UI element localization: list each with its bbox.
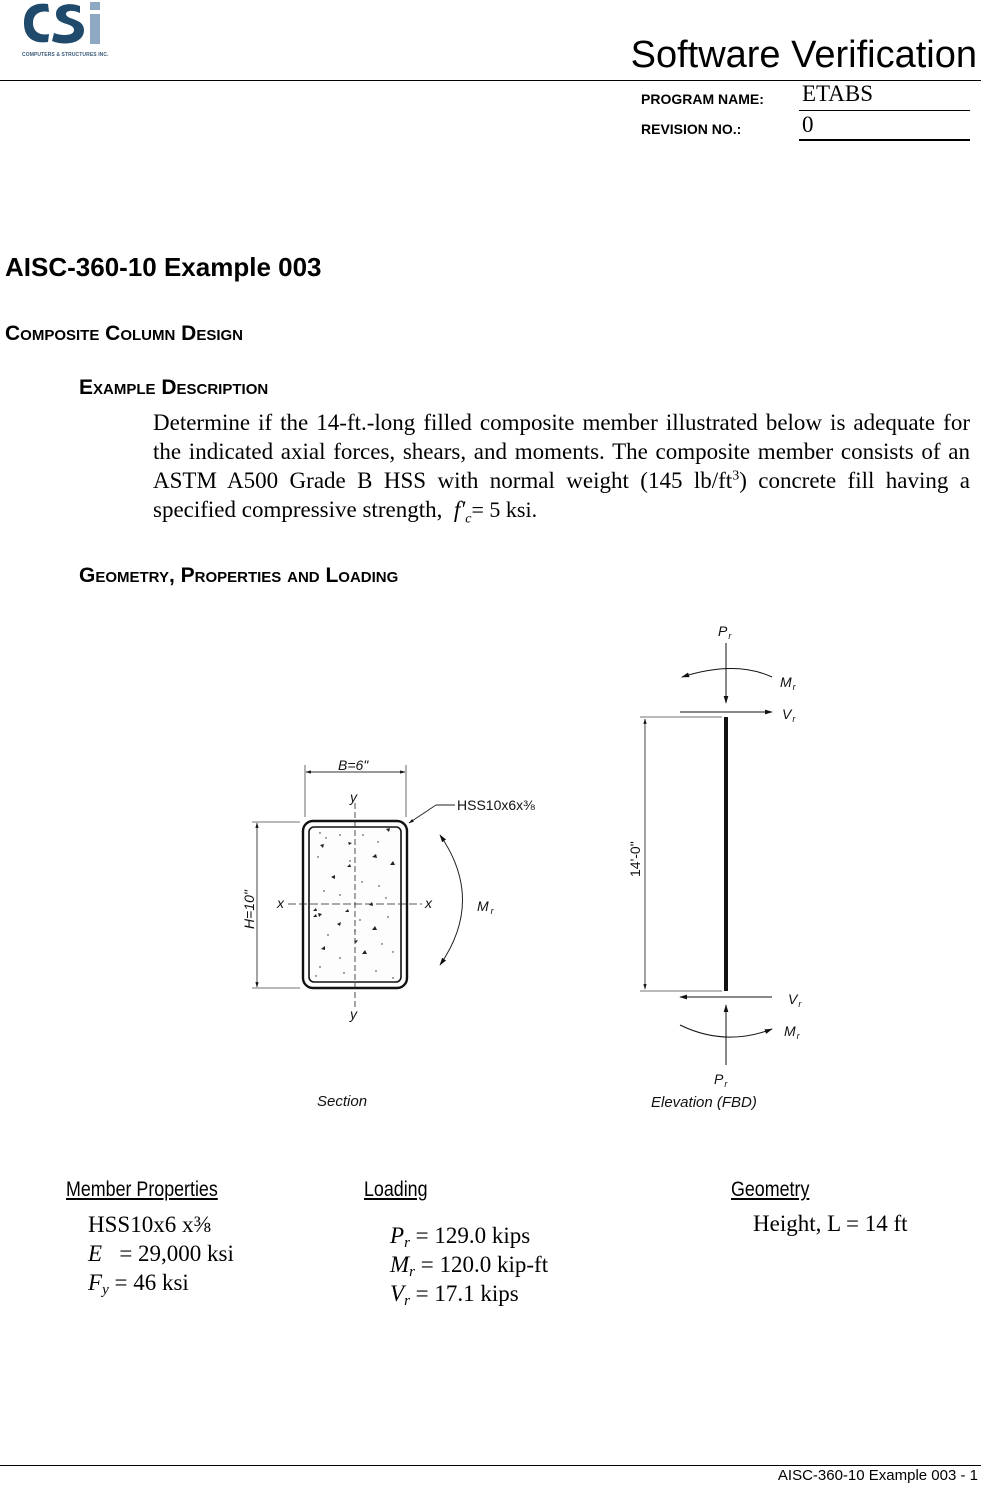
top-axial-sub: r xyxy=(728,631,732,641)
program-name-value: ETABS xyxy=(802,81,873,106)
load-symbol: P xyxy=(390,1223,405,1248)
section-moment-symbol: M xyxy=(477,898,489,914)
member-property-item: E = 29,000 ksi xyxy=(88,1239,234,1268)
footer-divider xyxy=(0,1465,981,1466)
load-value: = 17.1 kips xyxy=(409,1281,519,1306)
property-symbol: F xyxy=(88,1270,103,1295)
top-moment-symbol: M xyxy=(780,674,792,690)
loading-heading: Loading xyxy=(364,1178,428,1201)
bottom-shear-symbol: V xyxy=(788,991,799,1007)
section-caption: Section xyxy=(317,1093,367,1110)
example-description-heading: Example Description xyxy=(79,376,269,399)
bottom-axial-sub: r xyxy=(724,1079,728,1089)
load-symbol: M xyxy=(390,1252,410,1277)
fc-value: = 5 ksi. xyxy=(471,497,538,522)
property-value: = 46 ksi xyxy=(108,1270,189,1295)
property-sub: y xyxy=(102,1282,109,1298)
property-value: HSS10x6 x⅜ xyxy=(88,1212,211,1237)
bottom-shear-label: Vr xyxy=(788,991,802,1009)
loading-item: Pr = 129.0 kips xyxy=(390,1221,548,1251)
y-axis-label-top: y xyxy=(349,789,358,805)
length-label: 14'-0" xyxy=(627,841,643,877)
x-axis-label-right: x xyxy=(424,895,433,911)
column-figure: B=6" H=10" y y x x HSS10x6x⅜ M r Section… xyxy=(241,623,802,1111)
bottom-shear-sub: r xyxy=(798,999,802,1009)
page-footer-label: AISC-360-10 Example 003 - 1 xyxy=(777,1467,978,1484)
fc-symbol: f′c xyxy=(454,497,472,527)
elevation-caption: Elevation (FBD) xyxy=(651,1094,757,1111)
load-value: = 129.0 kips xyxy=(409,1223,531,1248)
section-moment-label: Mr xyxy=(477,898,495,916)
member-properties-list: HSS10x6 x⅜ E = 29,000 ksi Fy = 46 ksi xyxy=(88,1210,234,1298)
property-value: = 29,000 ksi xyxy=(102,1241,234,1266)
member-property-item: Fy = 46 ksi xyxy=(88,1268,234,1298)
example-title: AISC-360-10 Example 003 xyxy=(5,252,322,282)
top-shear-symbol: V xyxy=(782,706,793,722)
shape-label: HSS10x6x⅜ xyxy=(457,797,535,813)
revision-value: 0 xyxy=(802,112,814,137)
top-moment-label: Mr xyxy=(780,674,797,692)
width-label: B=6" xyxy=(338,757,369,773)
bottom-axial-symbol: P xyxy=(714,1071,724,1087)
shape-callout-arrow xyxy=(408,804,437,824)
section-view: B=6" H=10" y y x x HSS10x6x⅜ M r Section xyxy=(241,757,535,1110)
bottom-moment-sub: r xyxy=(797,1031,801,1041)
member-properties-heading: Member Properties xyxy=(66,1178,218,1201)
geometry-item: Height, L = 14 ft xyxy=(753,1211,908,1236)
load-value: = 120.0 kip-ft xyxy=(415,1252,549,1277)
loading-item: Vr = 17.1 kips xyxy=(390,1279,548,1309)
top-shear-label: Vr xyxy=(782,706,796,724)
top-axial-symbol: P xyxy=(718,623,728,639)
top-axial-label: Pr xyxy=(718,623,732,641)
x-axis-label-left: x xyxy=(276,895,285,911)
program-name-underline xyxy=(799,110,970,111)
bottom-moment-symbol: M xyxy=(784,1023,796,1039)
revision-label: REVISION NO.: xyxy=(641,121,742,137)
document-title: Software Verification xyxy=(630,34,977,76)
section-moment-sub: r xyxy=(491,906,495,916)
elevation-view: Pr Mr Vr 14'-0" Vr Mr Pr Elevation (FBD) xyxy=(627,623,802,1111)
top-moment-sub: r xyxy=(793,682,797,692)
geometry-column-heading: Geometry xyxy=(731,1178,810,1201)
top-moment-arrow xyxy=(681,668,773,678)
geometry-list: Height, L = 14 ft xyxy=(753,1209,908,1238)
loading-list: Pr = 129.0 kips Mr = 120.0 kip-ft Vr = 1… xyxy=(390,1221,549,1309)
bottom-moment-label: Mr xyxy=(784,1023,801,1041)
section-moment-arc xyxy=(439,834,463,966)
program-name-label: PROGRAM NAME: xyxy=(641,91,764,107)
property-symbol: E xyxy=(88,1241,103,1266)
loading-item: Mr = 120.0 kip-ft xyxy=(390,1250,549,1280)
section-title: Composite Column Design xyxy=(5,322,244,345)
geometry-heading: Geometry, Properties and Loading xyxy=(79,564,399,587)
example-description-text: Determine if the 14-ft.-long filled comp… xyxy=(153,408,970,534)
load-symbol: V xyxy=(390,1281,405,1306)
logo-subtitle: COMPUTERS & STRUCTURES INC. xyxy=(22,52,109,58)
bottom-axial-label: Pr xyxy=(714,1071,728,1089)
top-shear-sub: r xyxy=(792,714,796,724)
member-property-item: HSS10x6 x⅜ xyxy=(88,1210,234,1239)
revision-underline xyxy=(799,139,970,141)
y-axis-label-bottom: y xyxy=(349,1006,358,1022)
height-label: H=10" xyxy=(241,889,257,929)
